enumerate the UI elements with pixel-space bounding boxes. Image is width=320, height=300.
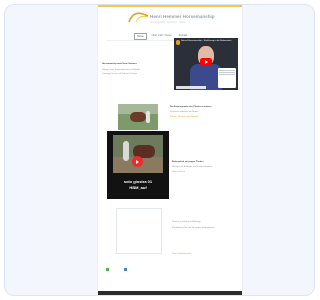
section-4-line-1: Termine und Kurse auf Anfrage	[172, 221, 201, 223]
intro-heading: Horsemanship nach Henri Hemmer	[102, 63, 137, 65]
intro-line-2: Trainings, Kurse und Videos für Reiter	[102, 73, 138, 75]
site-footer	[98, 291, 242, 295]
web-page: Henri Hemmer Horsemanship Horsemanship ·…	[97, 5, 243, 295]
video-1-title: Natural Horsemanship – Einführung in die…	[181, 40, 232, 42]
youtube-video-embed-2[interactable]: solo giostra 01 HBM_auf	[107, 131, 169, 199]
share-blue-icon[interactable]	[124, 268, 127, 271]
video-1-progress-bar[interactable]	[176, 86, 206, 89]
section-3-line-1: Übungen für Anfänger und Fortgeschritten…	[172, 166, 212, 168]
section-2-line-1: Vertrauen aufbauen am Boden	[170, 111, 199, 113]
youtube-play-button-icon[interactable]	[200, 58, 212, 66]
video-2-caption: solo giostra 01 HBM_auf	[111, 179, 165, 190]
logo-swoosh-icon	[128, 12, 149, 23]
youtube-video-embed-1[interactable]: Natural Horsemanship – Einführung in die…	[174, 38, 238, 90]
section-4-link[interactable]: Zum Kontaktformular	[172, 253, 236, 256]
video-2-caption-line-2: HBM_auf	[129, 184, 147, 190]
section-2-heading: Die Körpersprache des Pferdes verstehen	[170, 106, 212, 108]
section-3-heading: Bodenarbeit mit jungen Pferden	[172, 161, 204, 163]
nav-item-about[interactable]: Über mich / Kurse	[150, 33, 174, 40]
top-accent-line	[98, 5, 242, 7]
video-1-info-card	[218, 68, 236, 88]
share-green-icon[interactable]	[106, 268, 109, 271]
site-logo-text[interactable]: Henri Hemmer Horsemanship	[150, 14, 215, 19]
channel-avatar	[175, 40, 180, 45]
section-4-line-2: Kontaktieren Sie uns für weitere Informa…	[172, 227, 215, 229]
site-tagline: Horsemanship · Coaching · Videos	[150, 22, 186, 24]
section-2-line-2: Führen, Weichen und Respekt	[170, 116, 199, 118]
intro-line-1: Ruhige, klare Kommunikation mit Pferden	[102, 69, 141, 71]
video-2-horse-frame	[113, 135, 163, 173]
video-2-play-icon[interactable]	[132, 156, 143, 167]
section-3-link[interactable]: Mehr erfahren	[172, 171, 236, 174]
horse-thumbnail-image[interactable]	[118, 104, 158, 130]
image-placeholder	[116, 208, 162, 254]
screenshot-card: Henri Hemmer Horsemanship Horsemanship ·…	[4, 4, 315, 296]
nav-item-home[interactable]: Home	[134, 33, 147, 40]
